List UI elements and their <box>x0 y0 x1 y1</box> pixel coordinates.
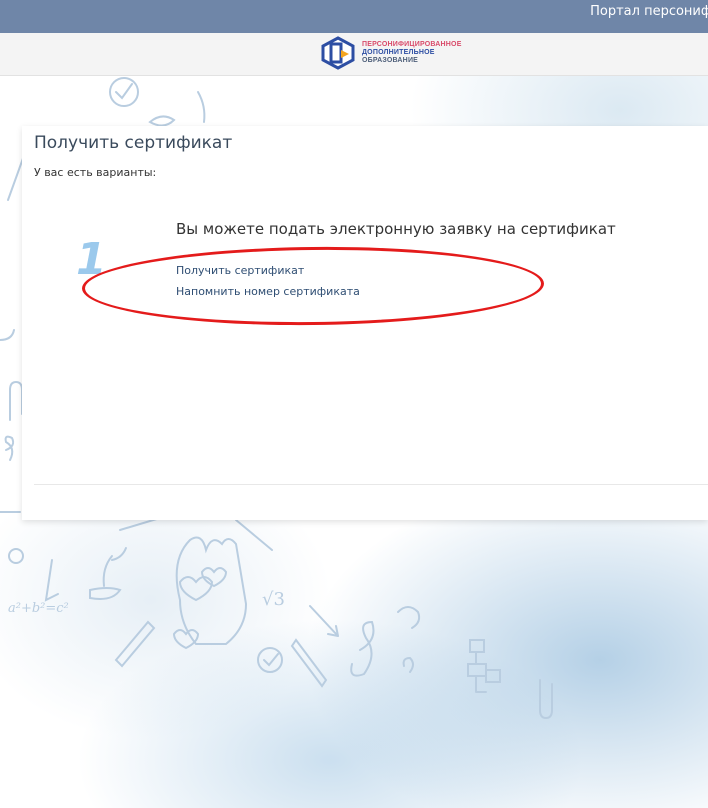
logo-line-3: ОБРАЗОВАНИЕ <box>362 57 419 64</box>
pencil-doodle <box>114 620 156 668</box>
heart-doodle <box>178 576 214 602</box>
option-heading: Вы можете подать электронную заявку на с… <box>176 220 616 238</box>
logo-mark-icon <box>321 36 355 70</box>
portal-link[interactable]: Портал персониф <box>590 4 708 19</box>
logo-line-1: ПЕРСОНИФИЦИРОВАННОЕ <box>362 41 462 48</box>
pencil-doodle-2 <box>290 638 328 688</box>
page-title: Получить сертификат <box>34 133 233 153</box>
flowchart-doodle <box>467 639 501 693</box>
logo[interactable]: ПЕРСОНИФИЦИРОВАННОЕ ДОПОЛНИТЕЛЬНОЕ ОБРАЗ… <box>320 36 462 70</box>
options-intro: У вас есть варианты: <box>34 166 157 179</box>
logo-text: ПЕРСОНИФИЦИРОВАННОЕ ДОПОЛНИТЕЛЬНОЕ ОБРАЗ… <box>362 41 462 65</box>
plant-hand-doodle <box>89 547 127 600</box>
card-divider <box>34 484 708 485</box>
hands-doodle <box>175 536 248 645</box>
top-bar: Портал персониф <box>0 0 708 33</box>
logo-bar: ПЕРСОНИФИЦИРОВАННОЕ ДОПОЛНИТЕЛЬНОЕ ОБРАЗ… <box>0 33 708 76</box>
root-doodle: √3 <box>262 589 285 610</box>
leaf-doodle <box>148 115 176 127</box>
formula-doodle: a²+b²=c² <box>8 601 69 616</box>
check-circle-doodle <box>109 77 139 107</box>
paperclip-doodle <box>9 380 23 421</box>
logo-line-2: ДОПОЛНИТЕЛЬНОЕ <box>362 49 435 56</box>
music-note-doodle <box>350 620 375 677</box>
